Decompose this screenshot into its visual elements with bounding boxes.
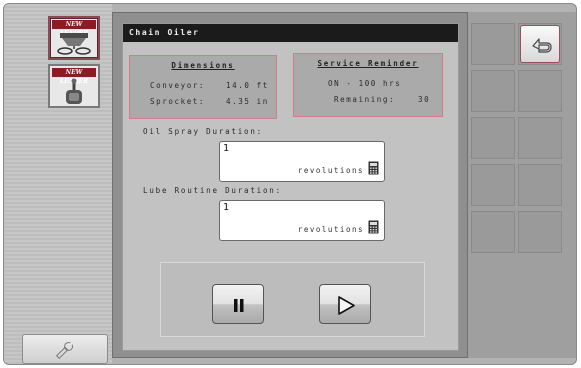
softkey-column: [468, 12, 576, 358]
softkey-1[interactable]: [471, 23, 515, 65]
app-tile-spreader[interactable]: NEW LEADER: [48, 16, 100, 60]
pause-button[interactable]: [212, 284, 264, 324]
brand-logo: NEW LEADER: [52, 68, 96, 85]
terminal-frame: NEW LEADER NEW LEADER: [3, 3, 577, 365]
oil-spray-unit: revolutions: [297, 166, 364, 175]
back-arrow-icon: [532, 38, 552, 53]
brand-logo: NEW LEADER: [52, 20, 96, 37]
sprocket-label: Sprocket:: [150, 97, 206, 106]
softkey-2[interactable]: [518, 23, 562, 65]
lube-routine-duration-field[interactable]: 1 revolutions: [219, 200, 385, 241]
settings-button[interactable]: [22, 334, 108, 364]
play-icon: [338, 296, 355, 315]
calculator-icon: [368, 161, 379, 175]
dimensions-title: Dimensions: [171, 61, 235, 70]
dimensions-panel: Dimensions Conveyor: 14.0 ft Sprocket: 4…: [129, 55, 277, 119]
service-interval: ON - 100 hrs: [328, 79, 402, 88]
lube-routine-value: 1: [223, 202, 230, 213]
wrench-icon: [55, 341, 74, 360]
remaining-label: Remaining:: [334, 95, 396, 104]
spreader-icon: [57, 33, 91, 55]
lube-routine-label: Lube Routine Duration:: [143, 186, 282, 195]
back-button[interactable]: [520, 25, 560, 63]
calculator-icon: [368, 220, 379, 234]
remaining-value: 30: [418, 95, 431, 104]
oil-spray-duration-field[interactable]: 1 revolutions: [219, 141, 385, 182]
page-title: Chain Oiler: [123, 24, 458, 42]
softkey-6[interactable]: [518, 117, 562, 159]
lube-routine-unit: revolutions: [297, 225, 364, 234]
service-reminder-title: Service Reminder: [317, 59, 419, 68]
control-panel: [160, 262, 425, 337]
pause-icon: [234, 299, 244, 312]
main-panel: Chain Oiler Dimensions Conveyor: 14.0 ft…: [112, 12, 468, 358]
app-tile-switches[interactable]: NEW LEADER: [48, 64, 100, 108]
play-button[interactable]: [319, 284, 371, 324]
sprocket-value: 4.35 in: [226, 97, 269, 106]
service-reminder-panel: Service Reminder ON - 100 hrs Remaining:…: [293, 53, 443, 117]
chain-oiler-screen: Chain Oiler Dimensions Conveyor: 14.0 ft…: [122, 23, 459, 351]
oil-spray-value: 1: [223, 143, 230, 154]
app-sidebar: NEW LEADER NEW LEADER: [4, 4, 112, 364]
toggle-switch-icon: [66, 78, 82, 104]
conveyor-label: Conveyor:: [150, 81, 206, 90]
conveyor-value: 14.0 ft: [226, 81, 269, 90]
softkey-8[interactable]: [518, 164, 562, 206]
softkey-4[interactable]: [518, 70, 562, 112]
softkey-3[interactable]: [471, 70, 515, 112]
softkey-10[interactable]: [518, 211, 562, 253]
softkey-5[interactable]: [471, 117, 515, 159]
oil-spray-label: Oil Spray Duration:: [143, 127, 263, 136]
softkey-7[interactable]: [471, 164, 515, 206]
softkey-9[interactable]: [471, 211, 515, 253]
